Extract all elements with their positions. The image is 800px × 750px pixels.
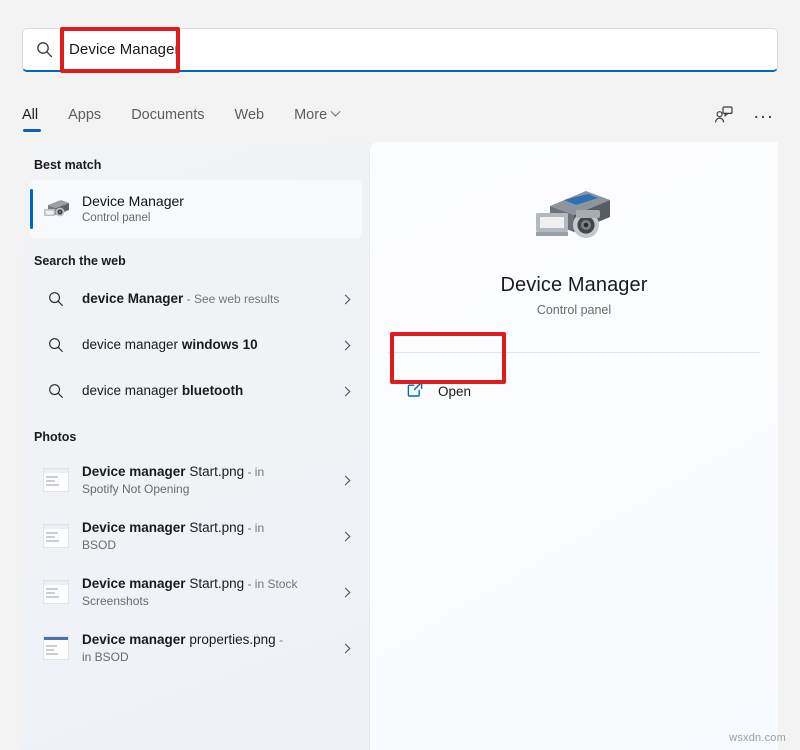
screenshot-thumb-icon	[30, 468, 82, 492]
open-button[interactable]: Open	[398, 371, 528, 411]
web-result-suggestion: bluetooth	[181, 383, 244, 398]
photo-result-item[interactable]: Device manager Start.png - in BSOD	[30, 508, 362, 564]
device-manager-icon	[30, 195, 82, 223]
photo-location-prefix: -	[275, 632, 283, 647]
screenshot-thumb-icon	[30, 580, 82, 604]
watermark: wsxdn.com	[729, 732, 786, 744]
photo-file-name: Start.png	[185, 519, 245, 535]
tab-apps-label: Apps	[68, 106, 102, 123]
best-match-subtitle: Control panel	[82, 211, 151, 224]
photo-result-item[interactable]: Device manager Start.png - in Spotify No…	[30, 452, 362, 508]
ellipsis-icon[interactable]: ...	[754, 103, 774, 126]
tab-all-label: All	[22, 106, 39, 123]
web-result-item[interactable]: device Manager - See web results	[30, 276, 362, 322]
device-manager-icon	[530, 180, 618, 254]
photo-match-term: Device manager	[82, 631, 186, 647]
web-result-text: device manager windows 10	[82, 336, 328, 354]
preview-pane: Device Manager Control panel Open	[370, 142, 778, 750]
chevron-right-icon[interactable]	[328, 531, 362, 541]
chevron-right-icon[interactable]	[328, 643, 362, 653]
screenshot-thumb-icon	[30, 524, 82, 548]
web-result-prefix: device manager	[82, 383, 182, 398]
tab-web[interactable]: Web	[235, 103, 265, 132]
photo-match-term: Device manager	[82, 575, 186, 591]
open-button-label: Open	[438, 383, 472, 399]
search-bar[interactable]: Device Manager	[22, 28, 778, 72]
chevron-down-icon	[330, 106, 341, 117]
tab-apps[interactable]: Apps	[68, 103, 101, 132]
preview-divider	[388, 352, 760, 353]
web-result-item[interactable]: device manager windows 10	[30, 322, 362, 368]
web-result-query: device Manager	[82, 291, 184, 306]
chevron-right-icon[interactable]	[328, 386, 362, 396]
tab-more[interactable]: More	[294, 103, 341, 132]
photo-location: in BSOD	[82, 649, 129, 664]
tab-documents-label: Documents	[131, 106, 205, 123]
photo-result-text: Device manager Start.png - in Stock Scre…	[82, 575, 328, 610]
web-result-prefix: device manager	[82, 337, 182, 352]
photo-location-prefix: - in Stock	[244, 576, 298, 591]
photo-match-term: Device manager	[82, 519, 186, 535]
photo-match-term: Device manager	[82, 463, 186, 479]
photo-file-name: Start.png	[185, 575, 245, 591]
results-list: Best match Device Manager Control panel	[22, 142, 370, 750]
chevron-right-icon[interactable]	[328, 340, 362, 350]
best-match-title: Device Manager	[82, 192, 184, 209]
section-heading-photos: Photos	[34, 430, 77, 444]
tab-web-label: Web	[234, 106, 265, 123]
best-match-item[interactable]: Device Manager Control panel	[30, 180, 362, 238]
preview-subtitle: Control panel	[536, 303, 612, 317]
photo-location-prefix: - in	[244, 520, 265, 535]
photo-location: BSOD	[82, 537, 117, 552]
filter-tabs: All Apps Documents Web More ...	[22, 96, 778, 138]
external-link-icon	[406, 380, 424, 403]
search-icon	[30, 383, 82, 399]
photo-file-name: properties.png	[185, 631, 276, 647]
search-input[interactable]: Device Manager	[65, 41, 180, 58]
section-heading-web: Search the web	[34, 254, 126, 268]
web-result-text: device manager bluetooth	[82, 382, 328, 400]
photo-result-text: Device manager properties.png - in BSOD	[82, 631, 328, 666]
search-icon	[23, 41, 65, 58]
chevron-right-icon[interactable]	[328, 294, 362, 304]
chevron-right-icon[interactable]	[328, 475, 362, 485]
photo-location: Screenshots	[82, 593, 149, 608]
tab-all[interactable]: All	[22, 103, 42, 132]
best-match-text: Device Manager Control panel	[82, 193, 184, 226]
section-heading-best-match: Best match	[34, 158, 102, 172]
search-icon	[30, 337, 82, 353]
photo-file-name: Start.png	[185, 463, 245, 479]
preview-title: Device Manager	[500, 274, 648, 296]
photo-location: Spotify Not Opening	[82, 481, 190, 496]
photo-result-item[interactable]: Device manager Start.png - in Stock Scre…	[30, 564, 362, 620]
photo-result-text: Device manager Start.png - in Spotify No…	[82, 463, 328, 498]
web-result-hint: - See web results	[183, 292, 280, 306]
photo-result-text: Device manager Start.png - in BSOD	[82, 519, 328, 554]
search-icon	[30, 291, 82, 307]
web-result-item[interactable]: device manager bluetooth	[30, 368, 362, 414]
photo-result-item[interactable]: Device manager properties.png - in BSOD	[30, 620, 362, 676]
tab-more-label: More	[294, 106, 328, 123]
selection-accent-bar	[30, 189, 33, 229]
tab-documents[interactable]: Documents	[131, 103, 204, 132]
photo-location-prefix: - in	[244, 464, 265, 479]
web-result-text: device Manager - See web results	[82, 290, 328, 308]
feedback-person-chat-icon[interactable]	[714, 105, 734, 130]
screenshot-thumb-blue-icon	[30, 636, 82, 660]
web-result-suggestion: windows 10	[181, 337, 258, 352]
chevron-right-icon[interactable]	[328, 587, 362, 597]
tab-actions: ...	[714, 103, 778, 130]
